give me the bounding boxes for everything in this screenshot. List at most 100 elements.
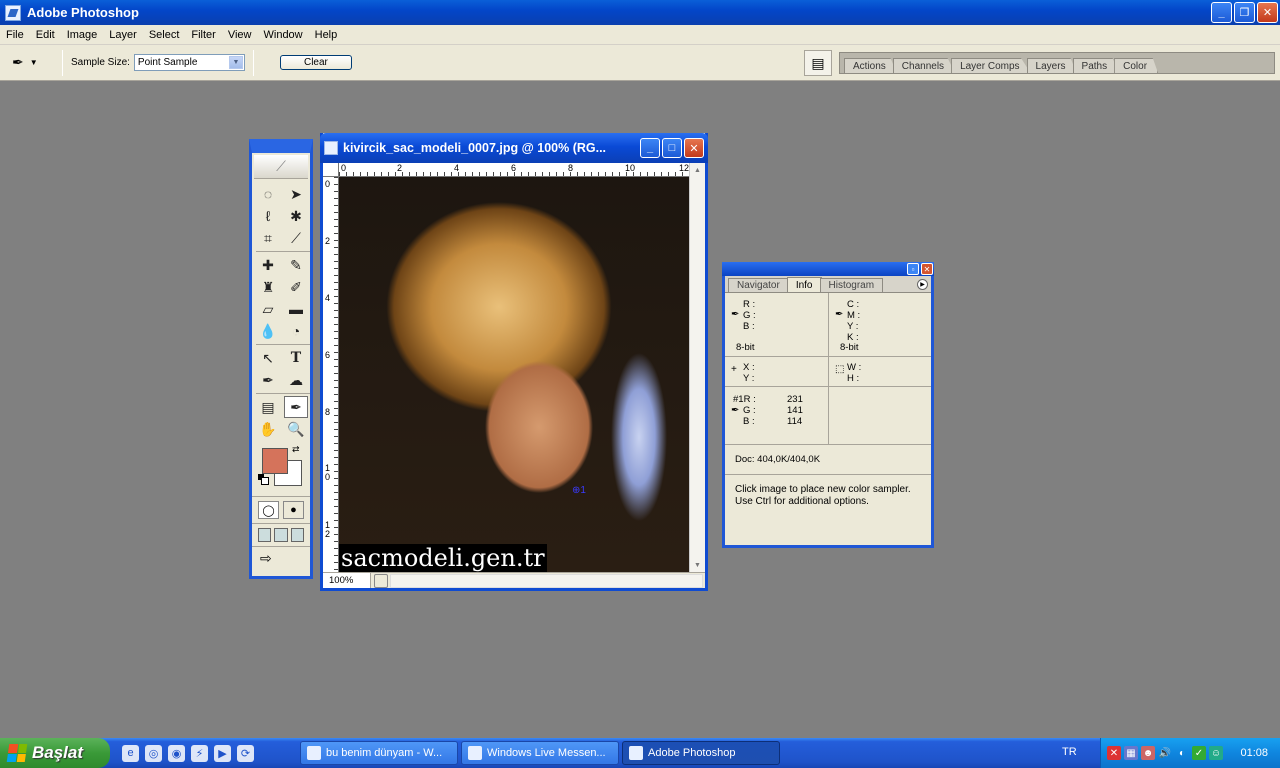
- menu-layer[interactable]: Layer: [103, 29, 143, 41]
- lasso-tool-icon[interactable]: ℓ: [256, 205, 280, 227]
- swap-colors-icon[interactable]: ⇄: [292, 444, 300, 455]
- tab-info[interactable]: Info: [786, 277, 822, 292]
- marquee-tool-icon[interactable]: ◌: [256, 183, 280, 205]
- palette-close-button[interactable]: ✕: [921, 263, 933, 275]
- history-brush-tool-icon[interactable]: ✐: [284, 276, 308, 298]
- crop-tool-icon[interactable]: ⌗: [256, 227, 280, 249]
- clone-stamp-tool-icon[interactable]: ♜: [256, 276, 280, 298]
- gradient-tool-icon[interactable]: ▬: [284, 298, 308, 320]
- menu-image[interactable]: Image: [61, 29, 104, 41]
- vertical-scrollbar[interactable]: ▲ ▼: [689, 163, 705, 572]
- sample-size-select[interactable]: Point Sample ▼: [133, 54, 245, 71]
- dock-tab-layer-comps[interactable]: Layer Comps: [951, 58, 1031, 73]
- task-browser[interactable]: bu benim dünyam - W...: [300, 741, 458, 765]
- feather-logo-icon[interactable]: ⟋: [254, 155, 308, 179]
- media-player-icon[interactable]: ▶: [214, 744, 231, 762]
- jump-to-imageready-icon[interactable]: ⇨: [252, 546, 310, 570]
- menu-edit[interactable]: Edit: [30, 29, 61, 41]
- dock-tab-layers[interactable]: Layers: [1026, 58, 1077, 73]
- messenger-tray-icon[interactable]: ☺: [1209, 746, 1223, 760]
- close-button[interactable]: ✕: [1257, 2, 1278, 23]
- dock-tab-channels[interactable]: Channels: [892, 58, 956, 73]
- default-colors-icon[interactable]: [258, 474, 269, 485]
- status-menu-icon[interactable]: [374, 573, 388, 588]
- vertical-ruler[interactable]: 0 2 4 6 8 10 12: [323, 177, 339, 572]
- tab-histogram[interactable]: Histogram: [819, 278, 884, 292]
- eyedropper-tool-icon[interactable]: ✒: [284, 396, 308, 418]
- sampler-readout-row: ✒ #1R : 231 G : 141 B : 114: [725, 387, 931, 445]
- user-icon[interactable]: ☻: [1141, 746, 1155, 760]
- pen-tool-icon[interactable]: ✒: [256, 369, 280, 391]
- document-title-bar[interactable]: kivircik_sac_modeli_0007.jpg @ 100% (RG.…: [320, 133, 708, 163]
- slice-tool-icon[interactable]: ⟋: [284, 227, 308, 249]
- chevron-down-icon: ▼: [29, 58, 38, 67]
- standard-mode-icon[interactable]: ◯: [258, 501, 279, 519]
- media-icon[interactable]: ◎: [145, 744, 162, 762]
- tool-preset-picker[interactable]: ✒ ▼: [12, 49, 56, 77]
- dock-tab-paths[interactable]: Paths: [1072, 58, 1119, 73]
- task-photoshop[interactable]: Adobe Photoshop: [622, 741, 780, 765]
- clear-button[interactable]: Clear: [279, 55, 352, 70]
- update-tray-icon[interactable]: ✓: [1192, 746, 1206, 760]
- palette-well-icon[interactable]: ▤: [804, 50, 832, 76]
- dock-tab-color[interactable]: Color: [1114, 58, 1159, 73]
- menu-file[interactable]: File: [0, 29, 30, 41]
- eraser-tool-icon[interactable]: ▱: [256, 298, 280, 320]
- zoom-tool-icon[interactable]: 🔍: [284, 418, 308, 440]
- hand-tool-icon[interactable]: ✋: [256, 418, 280, 440]
- winamp-icon[interactable]: ⚡: [191, 744, 208, 762]
- chevron-down-icon: ▼: [228, 56, 243, 69]
- browser-icon[interactable]: ◉: [168, 744, 185, 762]
- custom-shape-tool-icon[interactable]: ☁: [284, 369, 308, 391]
- task-messenger[interactable]: Windows Live Messen...: [461, 741, 619, 765]
- doc-maximize-button[interactable]: □: [662, 138, 682, 158]
- menu-window[interactable]: Window: [258, 29, 309, 41]
- palette-minimize-button[interactable]: ▫: [907, 263, 919, 275]
- dodge-tool-icon[interactable]: ◔: [284, 320, 308, 342]
- palette-menu-icon[interactable]: ▶: [917, 279, 928, 290]
- path-selection-tool-icon[interactable]: ↖: [256, 347, 280, 369]
- menu-filter[interactable]: Filter: [185, 29, 221, 41]
- power-icon[interactable]: ◐: [1175, 746, 1189, 760]
- update-icon[interactable]: ⟳: [237, 744, 254, 762]
- menu-select[interactable]: Select: [143, 29, 186, 41]
- restore-button[interactable]: ❐: [1234, 2, 1255, 23]
- horizontal-ruler[interactable]: 0 2 4 6 8 10 12: [339, 163, 689, 177]
- minimize-button[interactable]: _: [1211, 2, 1232, 23]
- healing-brush-tool-icon[interactable]: ✚: [256, 254, 280, 276]
- info-palette-title-bar[interactable]: ▫ ✕: [722, 262, 934, 276]
- full-screen-menu-mode-icon[interactable]: [274, 528, 288, 542]
- antivirus-icon[interactable]: ✕: [1107, 746, 1121, 760]
- volume-icon[interactable]: 🔊: [1158, 746, 1172, 760]
- document-icon: [324, 141, 338, 155]
- standard-screen-mode-icon[interactable]: [258, 528, 272, 542]
- language-indicator[interactable]: TR: [1062, 746, 1077, 758]
- color-sampler-marker[interactable]: ⊕1: [572, 485, 586, 496]
- horizontal-scrollbar[interactable]: [390, 573, 703, 588]
- scroll-up-icon[interactable]: ▲: [690, 163, 705, 177]
- magic-wand-tool-icon[interactable]: ✱: [284, 205, 308, 227]
- move-tool-icon[interactable]: ➤: [284, 183, 308, 205]
- brush-tool-icon[interactable]: ✎: [284, 254, 308, 276]
- cmyk-readout: ✒ C : M : Y : K : 8-bit: [828, 293, 931, 356]
- quick-mask-mode-icon[interactable]: ●: [283, 501, 304, 519]
- full-screen-mode-icon[interactable]: [290, 528, 304, 542]
- info-palette: ▫ ✕ Navigator Info Histogram ▶ ✒ R : G :…: [722, 262, 934, 548]
- network-icon[interactable]: ▦: [1124, 746, 1138, 760]
- image-canvas[interactable]: ⊕1 sacmodeli.gen.tr: [339, 177, 689, 572]
- doc-close-button[interactable]: ✕: [684, 138, 704, 158]
- menu-view[interactable]: View: [222, 29, 258, 41]
- tab-navigator[interactable]: Navigator: [728, 278, 789, 292]
- type-tool-icon[interactable]: T: [284, 347, 308, 369]
- dock-tab-actions[interactable]: Actions: [844, 58, 897, 73]
- menu-help[interactable]: Help: [309, 29, 344, 41]
- scroll-down-icon[interactable]: ▼: [690, 558, 705, 572]
- doc-minimize-button[interactable]: _: [640, 138, 660, 158]
- start-button[interactable]: Başlat: [0, 738, 110, 768]
- foreground-color-swatch[interactable]: [262, 448, 288, 474]
- notes-tool-icon[interactable]: ▤: [256, 396, 280, 418]
- ruler-origin[interactable]: [323, 163, 339, 177]
- internet-explorer-icon[interactable]: e: [122, 744, 139, 762]
- zoom-level-field[interactable]: 100%: [323, 573, 371, 588]
- blur-tool-icon[interactable]: 💧: [256, 320, 280, 342]
